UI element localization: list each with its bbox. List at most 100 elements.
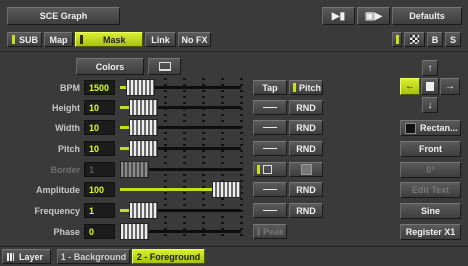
slider-thumb[interactable]	[120, 161, 149, 178]
tab-foreground[interactable]: 2 - Foreground	[132, 249, 205, 264]
slider-thumb[interactable]	[212, 181, 241, 198]
register-button[interactable]: Register X1	[400, 224, 461, 240]
param-label: Border	[50, 165, 80, 175]
height-reset-button[interactable]	[253, 100, 287, 115]
pitch-rnd-button[interactable]: RND	[289, 141, 323, 156]
param-label: Width	[55, 123, 80, 133]
s-button[interactable]: S	[445, 32, 461, 47]
param-label: Amplitude	[36, 185, 80, 195]
param-label: Frequency	[34, 206, 80, 216]
border-toggle-button[interactable]	[253, 162, 287, 177]
param-value-field[interactable]: 100	[84, 182, 115, 197]
toggle-indicator-icon	[293, 83, 296, 92]
height-rnd-button[interactable]: RND	[289, 100, 323, 115]
direction-down-button[interactable]: ↓	[422, 97, 438, 113]
layer-button[interactable]: Layer	[2, 249, 51, 264]
s-label: S	[449, 34, 456, 45]
slider-ticks	[183, 78, 186, 238]
slider-thumb[interactable]	[129, 202, 158, 219]
layer-icon	[7, 252, 14, 261]
checker-icon	[410, 35, 419, 44]
tab-mask[interactable]: Mask	[75, 32, 143, 47]
frequency-rnd-button[interactable]: RND	[289, 203, 323, 218]
slider-fill	[120, 126, 129, 129]
front-button[interactable]: Front	[400, 141, 461, 157]
shape-label: Rectan...	[420, 123, 458, 133]
slider-thumb[interactable]	[129, 99, 158, 116]
minus-icon	[263, 107, 277, 108]
param-label: Height	[52, 103, 80, 113]
tab-background[interactable]: 1 - Background	[57, 249, 130, 264]
screen-button[interactable]	[148, 58, 181, 75]
tab-map-label: Map	[49, 34, 68, 45]
slider-thumb[interactable]	[126, 79, 155, 96]
defaults-label: Defaults	[409, 11, 445, 21]
minus-icon	[263, 148, 277, 149]
param-value-field[interactable]: 1500	[84, 80, 115, 95]
param-value-field[interactable]: 10	[84, 100, 115, 115]
slider-ticks	[240, 78, 243, 238]
border-fill-button[interactable]	[289, 162, 323, 177]
width-reset-button[interactable]	[253, 120, 287, 135]
colors-label: Colors	[95, 61, 125, 72]
preset-next-button[interactable]: ▶▮	[322, 7, 355, 25]
tab-indicator-toggle[interactable]	[392, 32, 402, 47]
tab-nofx[interactable]: No FX	[178, 32, 211, 47]
arrow-right-icon: →	[445, 81, 455, 92]
tab-mask-label: Mask	[103, 34, 126, 45]
tab-sub[interactable]: SUB	[7, 32, 42, 47]
tab-nofx-label: No FX	[181, 34, 208, 45]
direction-up-button[interactable]: ↑	[422, 60, 438, 76]
slider-ticks	[221, 78, 224, 238]
toggle-indicator-icon	[12, 35, 15, 44]
pitch-label: Pitch	[299, 82, 322, 93]
slider-ticks	[164, 78, 167, 238]
toggle-indicator-icon	[257, 165, 260, 174]
frequency-reset-button[interactable]	[253, 203, 287, 218]
b-button[interactable]: B	[427, 32, 443, 47]
square-outline-icon	[263, 165, 272, 174]
pitch-button[interactable]: Pitch	[289, 80, 323, 95]
amplitude-reset-button[interactable]	[253, 182, 287, 197]
edit-text-label: Edit Text	[411, 185, 450, 195]
slider-thumb[interactable]	[129, 140, 158, 157]
toggle-indicator-icon	[395, 35, 399, 44]
direction-left-button[interactable]: ←	[400, 78, 420, 95]
tap-button[interactable]: Tap	[253, 80, 287, 95]
shape-button[interactable]: Rectan...	[400, 120, 461, 136]
minus-icon	[263, 127, 277, 128]
slider-thumb[interactable]	[129, 119, 158, 136]
edit-text-button[interactable]: Edit Text	[400, 182, 461, 198]
checker-button[interactable]	[404, 32, 425, 47]
tab-map[interactable]: Map	[44, 32, 73, 47]
shape-icon	[405, 122, 416, 134]
tab-link[interactable]: Link	[145, 32, 176, 47]
direction-center-button[interactable]	[421, 78, 439, 95]
sine-button[interactable]: Sine	[400, 203, 461, 219]
param-value-field[interactable]: 1	[84, 162, 115, 177]
param-value-field[interactable]: 1	[84, 203, 115, 218]
divider	[0, 246, 468, 247]
param-value-field[interactable]: 10	[84, 141, 115, 156]
param-value-field[interactable]: 10	[84, 120, 115, 135]
effect-title-button[interactable]: SCE Graph	[7, 7, 120, 25]
screen-icon	[158, 62, 171, 71]
document-icon	[426, 82, 434, 91]
param-value-field[interactable]: 0	[84, 224, 115, 239]
tab-background-label: 1 - Background	[60, 251, 127, 262]
slider-thumb[interactable]	[120, 223, 149, 240]
defaults-button[interactable]: Defaults	[392, 7, 462, 25]
register-label: Register X1	[405, 227, 456, 237]
colors-button[interactable]: Colors	[76, 58, 144, 75]
amplitude-rnd-button[interactable]: RND	[289, 182, 323, 197]
rnd-label: RND	[296, 205, 316, 216]
direction-right-button[interactable]: →	[440, 78, 460, 95]
angle-button[interactable]: 0°	[400, 162, 461, 178]
arrow-up-icon: ↑	[427, 62, 433, 74]
pitch-reset-button[interactable]	[253, 141, 287, 156]
width-rnd-button[interactable]: RND	[289, 120, 323, 135]
toggle-indicator-icon	[257, 227, 260, 236]
preset-load-button[interactable]: ▣▶	[357, 7, 390, 25]
peak-button[interactable]: Peak	[253, 224, 287, 239]
arrow-left-icon: ←	[405, 81, 415, 92]
